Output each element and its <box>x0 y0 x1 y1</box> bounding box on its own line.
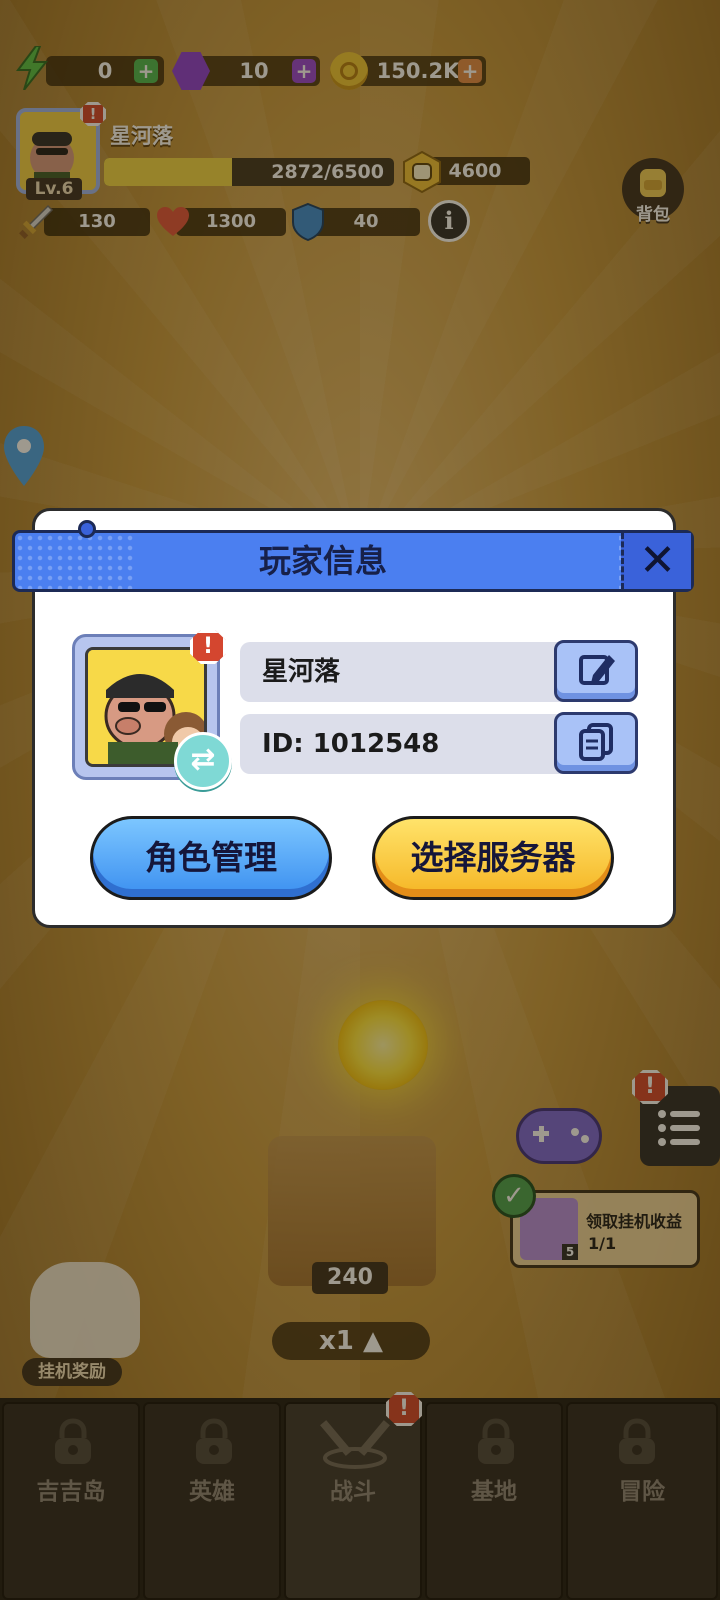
name-field: 星河落 <box>240 640 638 702</box>
header-rivet <box>78 520 96 538</box>
edit-pencil-icon <box>579 655 615 685</box>
swap-avatar-button[interactable]: ⇄ <box>174 732 232 790</box>
role-management-button[interactable]: 角色管理 <box>90 816 332 900</box>
copy-id-button[interactable] <box>554 712 638 774</box>
swap-icon: ⇄ <box>190 742 216 777</box>
select-server-button[interactable]: 选择服务器 <box>372 816 614 900</box>
dialog-header: 玩家信息 ✕ <box>12 530 694 592</box>
edit-name-button[interactable] <box>554 640 638 702</box>
close-button[interactable]: ✕ <box>621 533 691 589</box>
copy-icon <box>579 723 613 761</box>
name-value: 星河落 <box>262 657 341 687</box>
dialog-title: 玩家信息 <box>258 542 387 580</box>
id-value: ID: 1012548 <box>262 729 440 759</box>
id-field: ID: 1012548 <box>240 712 638 774</box>
close-icon: ✕ <box>639 535 676 586</box>
